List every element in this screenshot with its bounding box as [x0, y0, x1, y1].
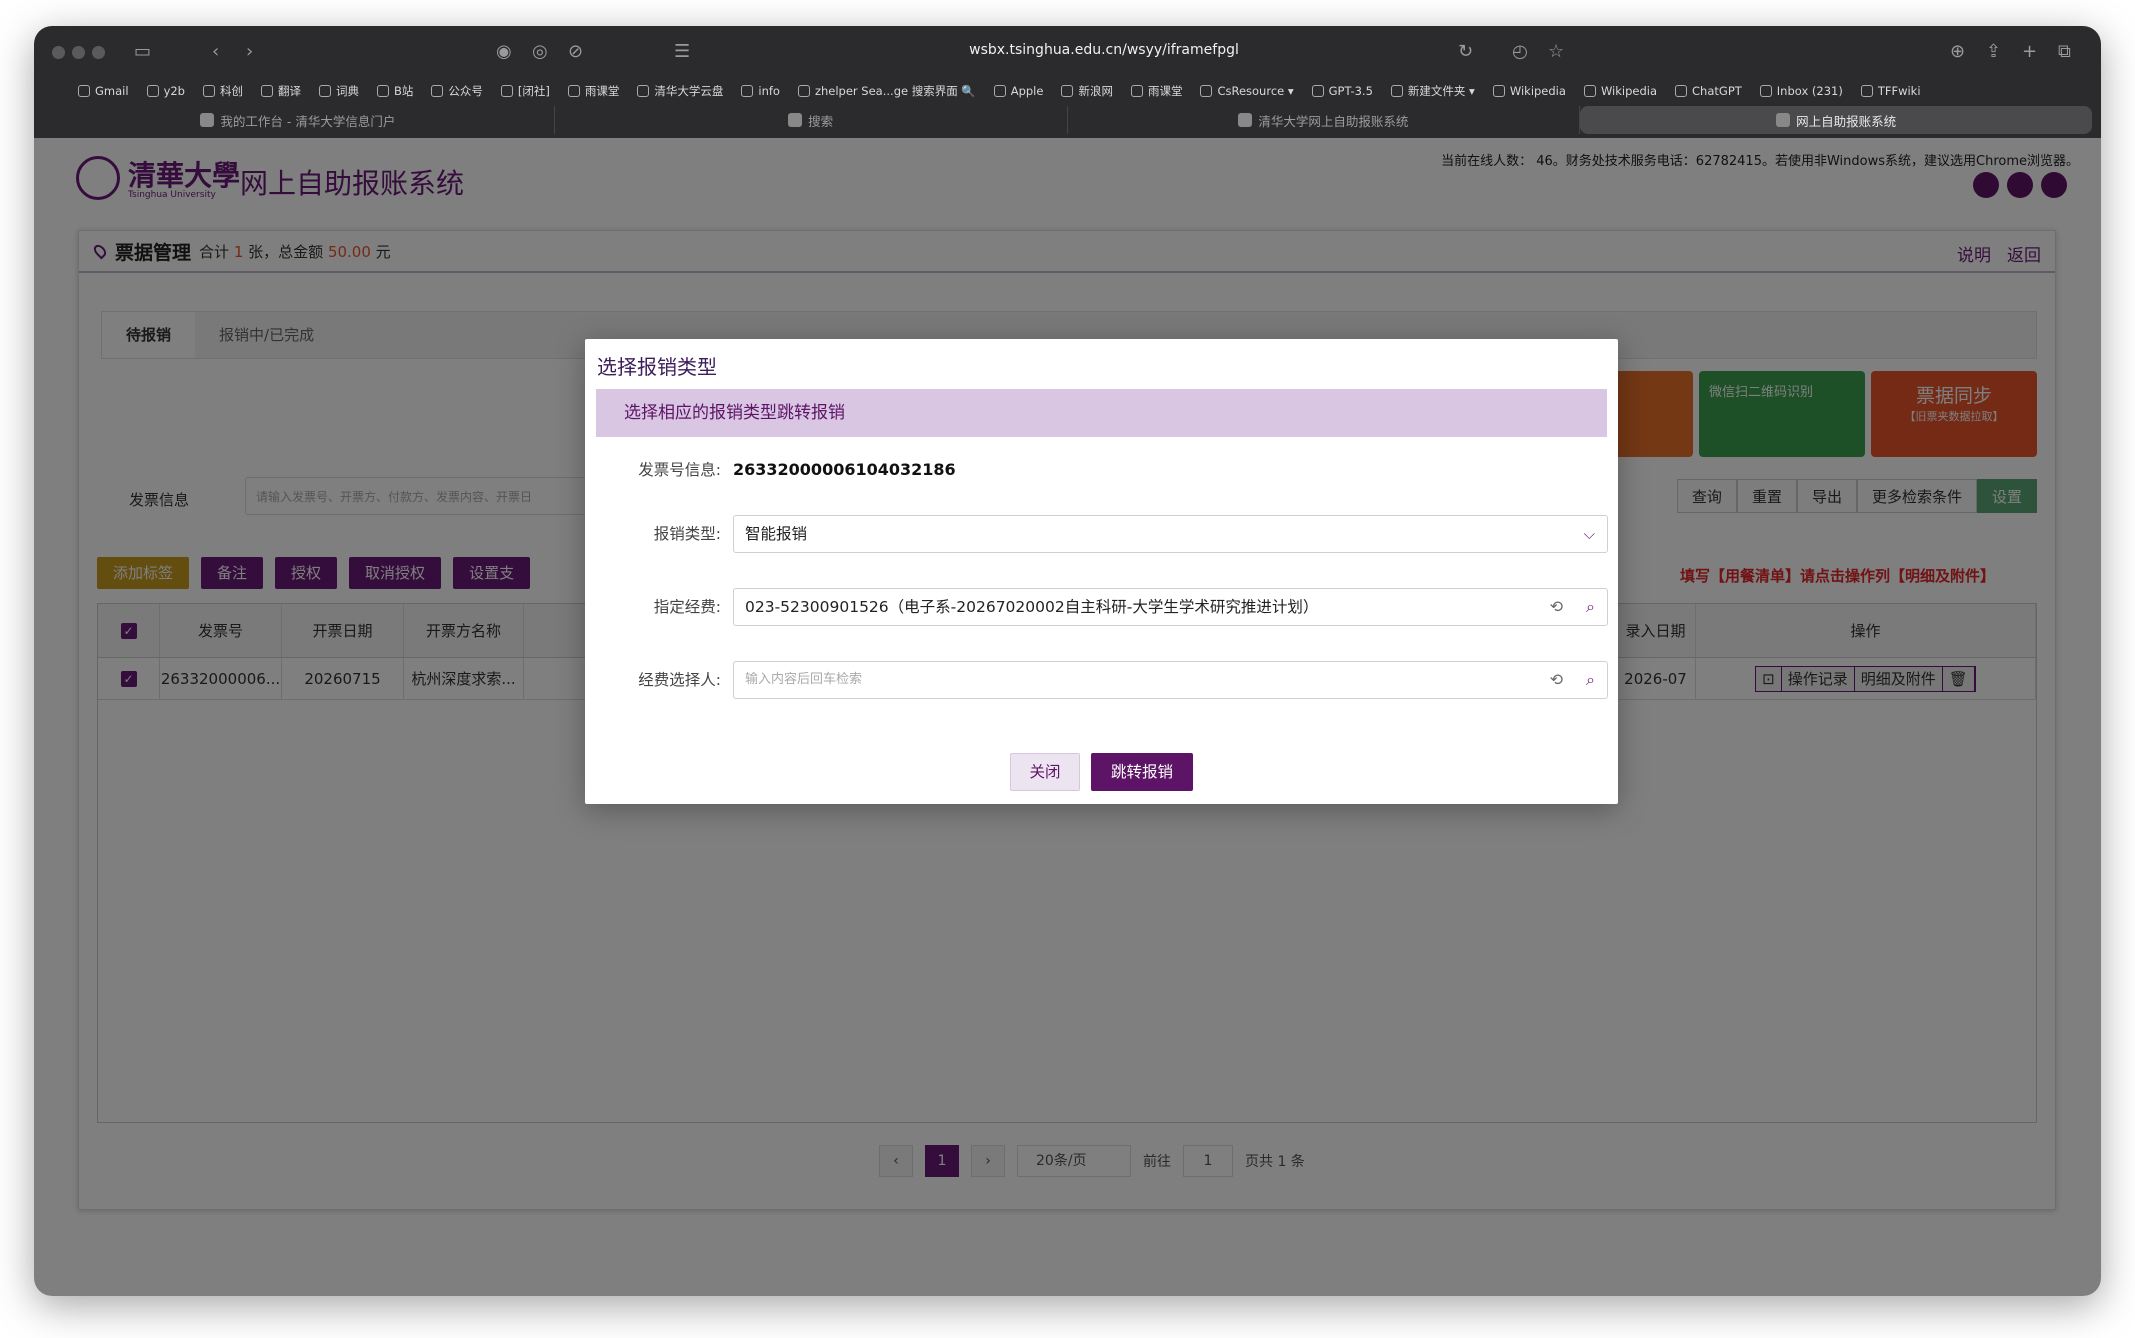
bookmark-favicon-icon [78, 85, 90, 97]
browser-toolbar: ▭ ‹ › ◉ ◎ ⊘ ☰ wsbx.tsinghua.edu.cn/wsyy/… [34, 26, 2101, 78]
bookmark-favicon-icon [741, 85, 754, 97]
bookmarks-bar: Gmail y2b 科创 翻译 词典 B站 公众号 [闭社] 雨课堂 清华大学云盘 info zhel… [78, 76, 1939, 106]
bookmark-item[interactable]: 新建文件夹 ▾ [1390, 83, 1475, 99]
browser-tab[interactable]: 我的工作台 - 清华大学信息门户 [42, 106, 555, 134]
downloads-icon[interactable]: ⊕ [1950, 40, 1965, 64]
bookmark-favicon-icon [431, 85, 444, 97]
bookmark-favicon-icon [1390, 85, 1403, 97]
bookmark-item[interactable]: 新浪网 [1061, 83, 1113, 99]
bookmark-favicon-icon [1130, 85, 1143, 97]
invoice-info-label: 发票号信息: [638, 461, 721, 479]
bookmark-favicon-icon [797, 85, 810, 97]
reimburse-type-select[interactable]: 智能报销 ⌵ [733, 515, 1608, 553]
bookmark-item[interactable]: 科创 [203, 83, 243, 99]
bookmark-favicon-icon [1200, 85, 1213, 97]
browser-tab[interactable]: 清华大学网上自助报账系统 [1068, 106, 1581, 134]
go-reimburse-button[interactable]: 跳转报销 [1091, 753, 1193, 791]
chevron-down-icon: ⌵ [1583, 525, 1595, 543]
sidebar-icon[interactable]: ▭ [134, 40, 151, 64]
fund-picker-placeholder: 输入内容后回车检索 [745, 672, 863, 687]
bookmark-item[interactable]: Wikipedia [1583, 84, 1657, 98]
reader-icon[interactable]: ☰ [674, 40, 690, 64]
bookmark-favicon-icon [500, 85, 513, 97]
bookmark-item[interactable]: 雨课堂 [1130, 83, 1182, 99]
reimburse-type-label: 报销类型: [653, 525, 721, 543]
bookmark-favicon-icon [146, 85, 159, 97]
browser-window: ▭ ‹ › ◉ ◎ ⊘ ☰ wsbx.tsinghua.edu.cn/wsyy/… [34, 26, 2101, 1296]
bookmark-item[interactable]: zhelper Sea...ge 搜索界面 🔍 [797, 83, 976, 99]
favicon-icon [788, 113, 803, 127]
bookmark-item[interactable]: Wikipedia [1492, 84, 1566, 98]
fund-value: 023-52300901526（电子系-20267020002自主科研-大学生学… [745, 598, 1319, 616]
invoice-info-value: 26332000006104032186 [733, 460, 956, 479]
browser-chrome: ▭ ‹ › ◉ ◎ ⊘ ☰ wsbx.tsinghua.edu.cn/wsyy/… [34, 26, 2101, 138]
search-icon[interactable]: ⌕ [1586, 662, 1595, 698]
bookmark-favicon-icon [1311, 85, 1324, 97]
bookmark-item[interactable]: info [741, 84, 780, 98]
new-tab-icon[interactable]: + [2022, 40, 2037, 64]
bookmark-item[interactable]: GPT-3.5 [1311, 84, 1373, 98]
bookmark-item[interactable]: 词典 [319, 83, 359, 99]
bookmark-favicon-icon [1759, 85, 1772, 97]
favicon-icon [1238, 113, 1253, 127]
bookmark-item[interactable]: B站 [377, 83, 413, 99]
bookmark-item[interactable]: Inbox (231) [1759, 84, 1843, 98]
bookmark-favicon-icon [1492, 85, 1505, 97]
reimburse-type-value: 智能报销 [745, 525, 808, 543]
bookmark-favicon-icon [637, 85, 650, 97]
bookmark-favicon-icon [1860, 85, 1873, 97]
bookmark-item[interactable]: TFFwiki [1860, 84, 1921, 98]
zoom-window-button[interactable] [92, 46, 105, 59]
fund-label: 指定经费: [653, 598, 721, 616]
bookmark-favicon-icon [203, 85, 215, 97]
reload-icon[interactable]: ↻ [1458, 40, 1473, 64]
browser-tab[interactable]: 搜索 [555, 106, 1068, 134]
bookmark-favicon-icon [261, 85, 273, 97]
bookmark-item[interactable]: Gmail [78, 84, 129, 98]
extension-icon[interactable]: ◎ [532, 40, 548, 64]
dialog-banner: 选择相应的报销类型跳转报销 [596, 389, 1607, 437]
close-window-button[interactable] [52, 46, 65, 59]
forward-icon[interactable]: › [246, 40, 253, 64]
search-icon[interactable]: ⌕ [1586, 589, 1595, 625]
close-button[interactable]: 关闭 [1010, 753, 1080, 791]
bookmark-star-icon[interactable]: ☆ [1548, 40, 1564, 64]
bookmark-item[interactable]: y2b [146, 84, 185, 98]
favicon-icon [1776, 113, 1791, 127]
back-icon[interactable]: ‹ [212, 40, 219, 64]
bookmark-favicon-icon [567, 85, 580, 97]
browser-tab-active[interactable]: 网上自助报账系统 [1580, 106, 2092, 134]
tab-strip: 我的工作台 - 清华大学信息门户 搜索 清华大学网上自助报账系统 网上自助报账系… [42, 106, 2092, 136]
bookmark-favicon-icon [1061, 85, 1074, 97]
bookmark-item[interactable]: 清华大学云盘 [637, 83, 723, 99]
fund-input[interactable]: 023-52300901526（电子系-20267020002自主科研-大学生学… [733, 588, 1608, 626]
reset-icon[interactable]: ⟲ [1550, 589, 1563, 625]
bookmark-item[interactable]: ChatGPT [1675, 84, 1742, 98]
address-bar[interactable]: wsbx.tsinghua.edu.cn/wsyy/iframefpgl [924, 42, 1284, 58]
extension-icon[interactable]: ◉ [496, 40, 512, 64]
reimbursement-type-dialog: 选择报销类型 选择相应的报销类型跳转报销 发票号信息: 263320000061… [585, 339, 1618, 804]
bookmark-favicon-icon [1583, 85, 1596, 97]
bookmark-item[interactable]: 雨课堂 [567, 83, 619, 99]
history-icon[interactable]: ◴ [1512, 40, 1528, 64]
bookmark-item[interactable]: 公众号 [431, 83, 483, 99]
bookmark-item[interactable]: 翻译 [261, 83, 301, 99]
bookmark-favicon-icon [1675, 85, 1688, 97]
bookmark-item[interactable]: Apple [993, 84, 1043, 98]
fund-picker-label: 经费选择人: [638, 671, 721, 689]
tab-overview-icon[interactable]: ⧉ [2058, 40, 2071, 64]
share-icon[interactable]: ⇪ [1986, 40, 2001, 64]
fund-picker-input[interactable]: 输入内容后回车检索 ⟲ ⌕ [733, 661, 1608, 699]
reset-icon[interactable]: ⟲ [1550, 662, 1563, 698]
bookmark-favicon-icon [993, 85, 1006, 97]
dialog-title: 选择报销类型 [597, 355, 717, 379]
favicon-icon [200, 113, 215, 127]
extension-icon[interactable]: ⊘ [568, 40, 583, 64]
bookmark-favicon-icon [377, 85, 389, 97]
bookmark-item[interactable]: [闭社] [500, 83, 550, 99]
bookmark-favicon-icon [319, 85, 331, 97]
minimize-window-button[interactable] [72, 46, 85, 59]
bookmark-item[interactable]: CsResource ▾ [1200, 84, 1294, 98]
